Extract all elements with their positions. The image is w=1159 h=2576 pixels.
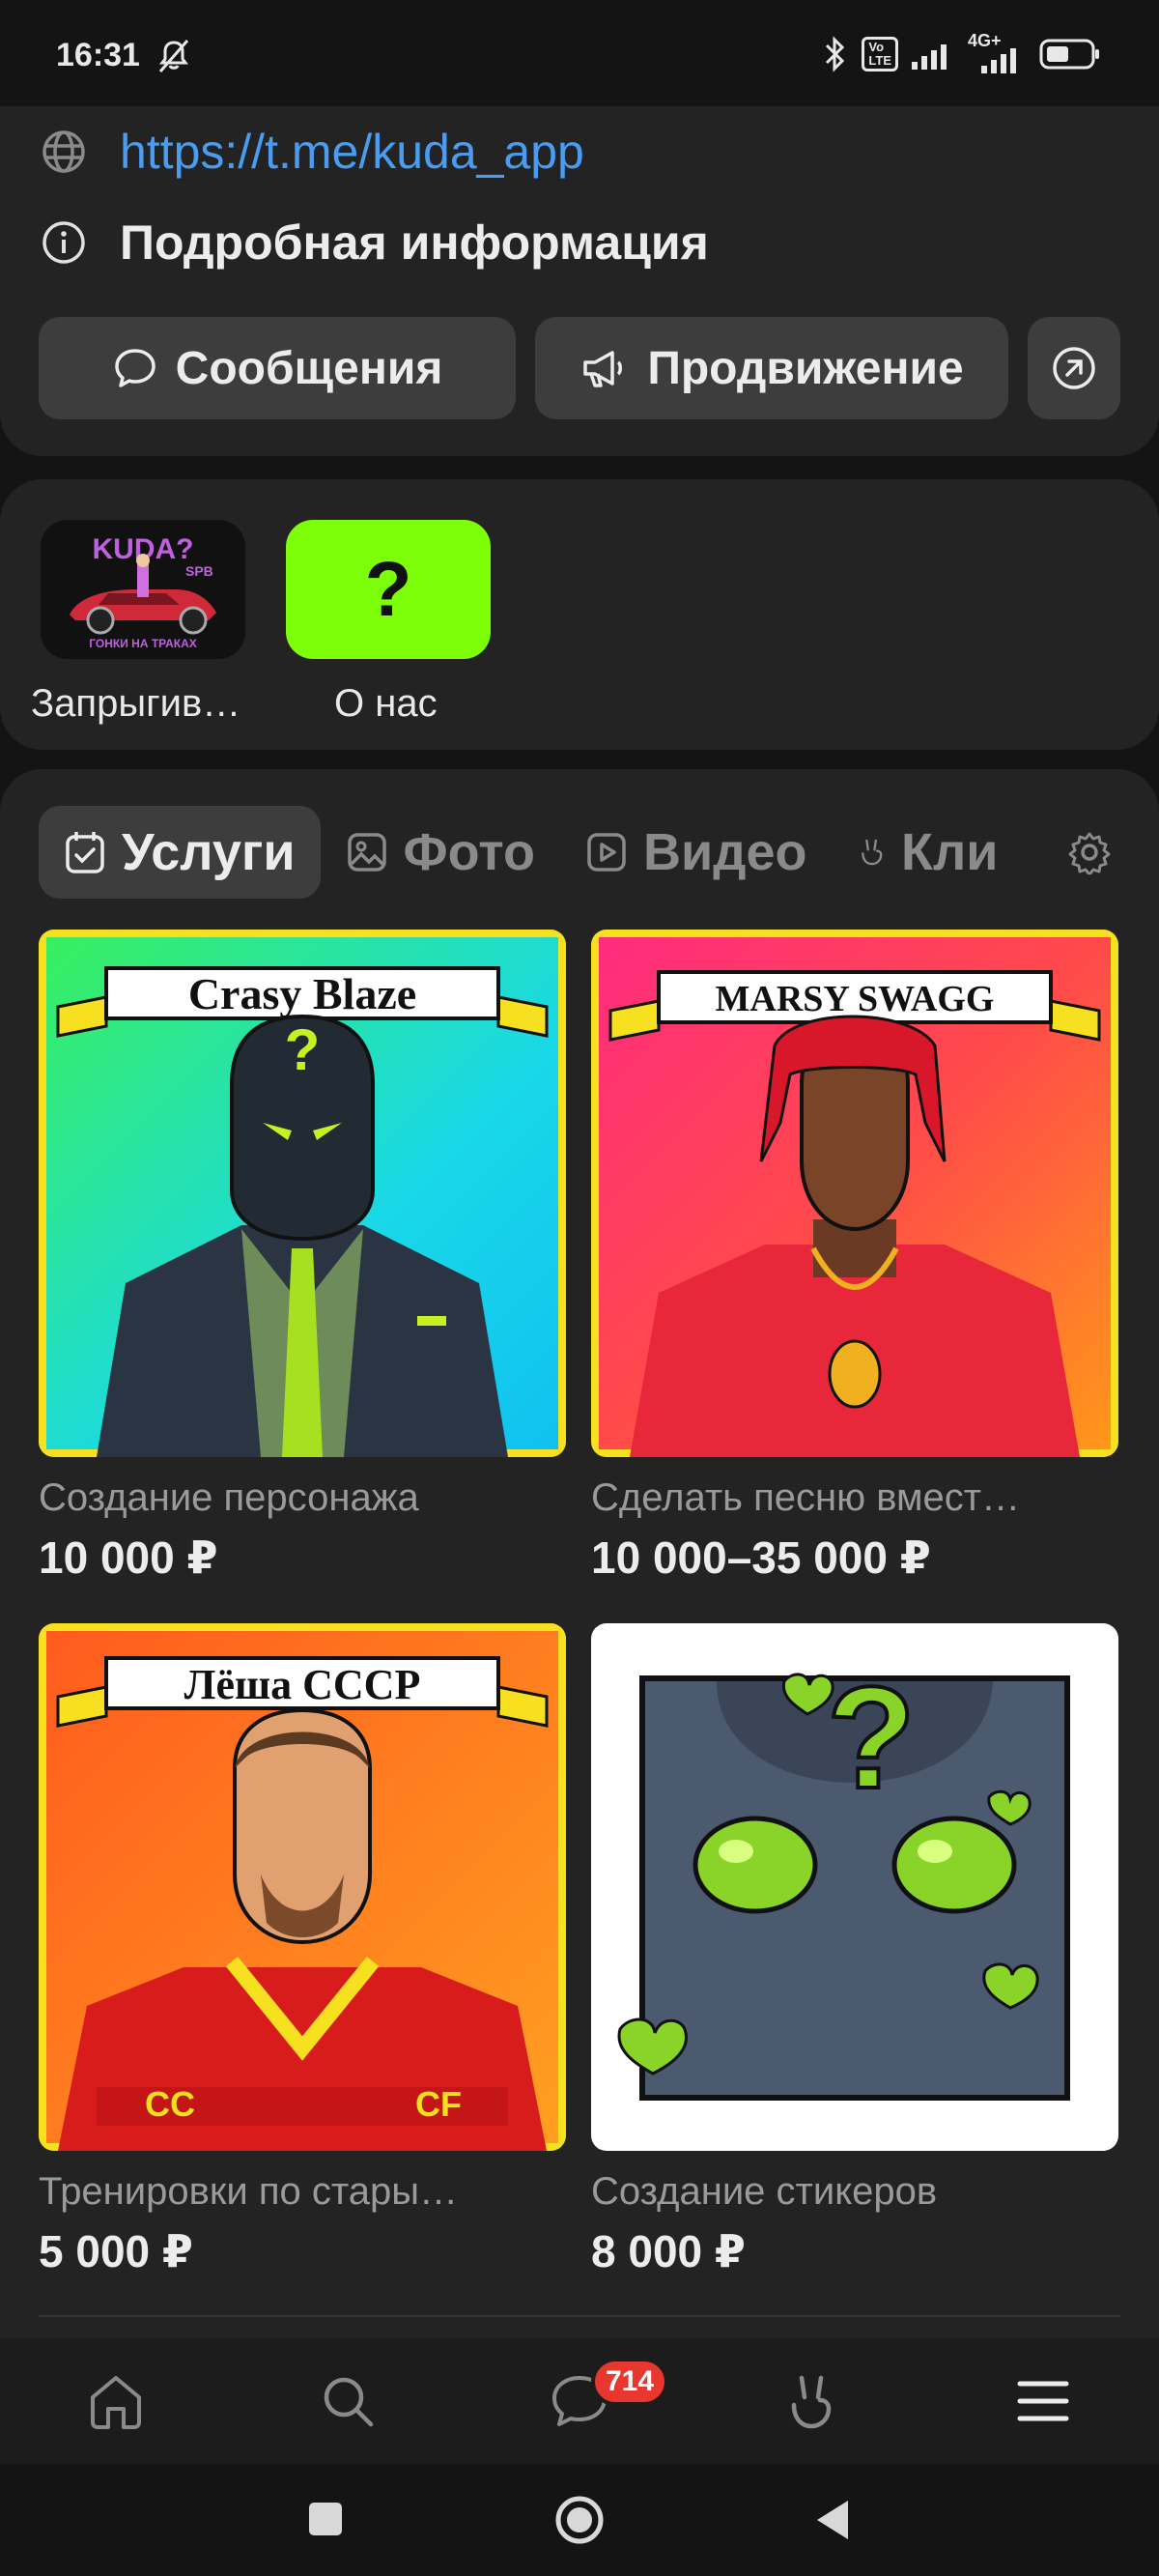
product-image-song: MARSY SWAGG (591, 930, 1118, 1457)
tab-video[interactable]: Видео (560, 806, 833, 899)
status-indicators: Vo LTE 4G+ (823, 31, 1101, 73)
messages-count-badge: 714 (591, 2358, 668, 2406)
battery-icon (1039, 39, 1099, 70)
system-navigation-bar (0, 2464, 1159, 2576)
product-title: Сделать песню вмест… (591, 1476, 1021, 1519)
product-title: Тренировки по стары… (39, 2170, 458, 2213)
svg-text:?: ? (827, 1656, 916, 1818)
calendar-check-icon (66, 832, 104, 873)
bell-muted-icon (158, 40, 189, 72)
megaphone-icon (583, 351, 623, 387)
home-button[interactable] (554, 2495, 605, 2545)
svg-text:CF: CF (415, 2084, 462, 2124)
recents-button[interactable] (307, 2501, 344, 2537)
hamburger-menu-icon (1017, 2381, 1069, 2421)
product-price: 10 000 ₽ (39, 1532, 218, 1583)
signal-icon (912, 44, 947, 70)
product-card[interactable]: MARSY SWAGG Сделать песню вмест… 10 000–… (591, 930, 1118, 1584)
tab-photo-label: Фото (403, 823, 535, 881)
question-mark-glyph: ? (364, 546, 412, 632)
promotion-button[interactable]: Продвижение (535, 317, 1008, 419)
nav-home[interactable] (0, 2338, 232, 2464)
tab-photo[interactable]: Фото (321, 806, 560, 899)
nav-clips[interactable] (695, 2338, 927, 2464)
messages-label: Сообщения (175, 342, 443, 394)
link-row[interactable]: https://t.me/kuda_app (39, 124, 584, 180)
search-icon (324, 2377, 374, 2427)
content-divider (39, 2315, 1120, 2317)
product-card[interactable]: Crasy Blaze ? Создание персонажа 10 000 … (39, 930, 566, 1584)
product-price: 8 000 ₽ (591, 2226, 746, 2276)
svg-text:ГОНКИ НА ТРАКАХ: ГОНКИ НА ТРАКАХ (89, 637, 197, 650)
tabs-settings-button[interactable] (1059, 830, 1120, 874)
races-logo-image: KUDA? SPB ГОНКИ НА ТРАКАХ (41, 520, 245, 659)
back-button[interactable] (813, 2497, 852, 2543)
info-icon (39, 217, 89, 268)
svg-text:Лёша СССР: Лёша СССР (184, 1661, 421, 1708)
content-tabs: Услуги Фото Видео Кли (39, 806, 1120, 899)
product-title: Создание персонажа (39, 1476, 419, 1519)
nav-menu[interactable] (927, 2338, 1159, 2464)
story-thumb-races[interactable]: KUDA? SPB ГОНКИ НА ТРАКАХ (41, 520, 245, 659)
product-card[interactable]: Лёша СССР CC CF Тренировки по стары… 5 0… (39, 1623, 566, 2277)
profile-link[interactable]: https://t.me/kuda_app (120, 124, 584, 180)
tab-clips-label: Кли (901, 823, 999, 881)
clip-icon (791, 2375, 832, 2429)
product-title: Создание стикеров (591, 2170, 938, 2213)
home-icon (91, 2376, 141, 2429)
product-card[interactable]: ? Создание стикеров 8 000 ₽ (591, 1623, 1118, 2277)
promotion-label: Продвижение (647, 342, 964, 394)
image-icon (347, 833, 386, 872)
status-bar: 16:31 Vo LTE 4G+ (0, 0, 1159, 106)
bluetooth-icon (826, 36, 845, 72)
signal-4g-icon: 4G+ (968, 31, 1026, 73)
product-image-stickers: ? (591, 1623, 1118, 2151)
svg-text:?: ? (285, 1017, 321, 1082)
clip-icon (861, 839, 882, 866)
product-price: 5 000 ₽ (39, 2226, 193, 2276)
share-button[interactable] (1028, 317, 1120, 419)
chat-bubble-icon (114, 349, 155, 387)
story-label-about: О нас (334, 682, 438, 725)
nav-messages[interactable] (464, 2338, 695, 2464)
product-price: 10 000–35 000 ₽ (591, 1532, 931, 1583)
tab-services[interactable]: Услуги (39, 806, 321, 899)
svg-text:SPB: SPB (185, 563, 213, 579)
svg-text:Crasy Blaze: Crasy Blaze (188, 969, 416, 1018)
gear-icon (1068, 832, 1111, 874)
bottom-navigation (0, 2338, 1159, 2464)
tab-services-label: Услуги (122, 823, 296, 881)
story-label-races: Запрыгив… (31, 682, 241, 725)
volte-icon: Vo LTE (862, 37, 898, 72)
play-icon (587, 833, 626, 872)
product-image-character: Crasy Blaze ? (39, 930, 566, 1457)
status-time: 16:31 (56, 37, 140, 73)
details-row[interactable]: Подробная информация (39, 215, 709, 271)
product-image-training: Лёша СССР CC CF (39, 1623, 566, 2151)
messages-button[interactable]: Сообщения (39, 317, 516, 419)
story-thumb-about[interactable]: ? (286, 520, 491, 659)
tab-video-label: Видео (643, 823, 807, 881)
svg-text:CC: CC (145, 2084, 195, 2124)
nav-search[interactable] (232, 2338, 464, 2464)
arrow-up-right-circle-icon (1053, 347, 1095, 389)
globe-icon (39, 127, 89, 177)
tab-clips[interactable]: Кли (833, 806, 999, 899)
details-label: Подробная информация (120, 215, 709, 270)
svg-text:MARSY SWAGG: MARSY SWAGG (716, 979, 995, 1019)
